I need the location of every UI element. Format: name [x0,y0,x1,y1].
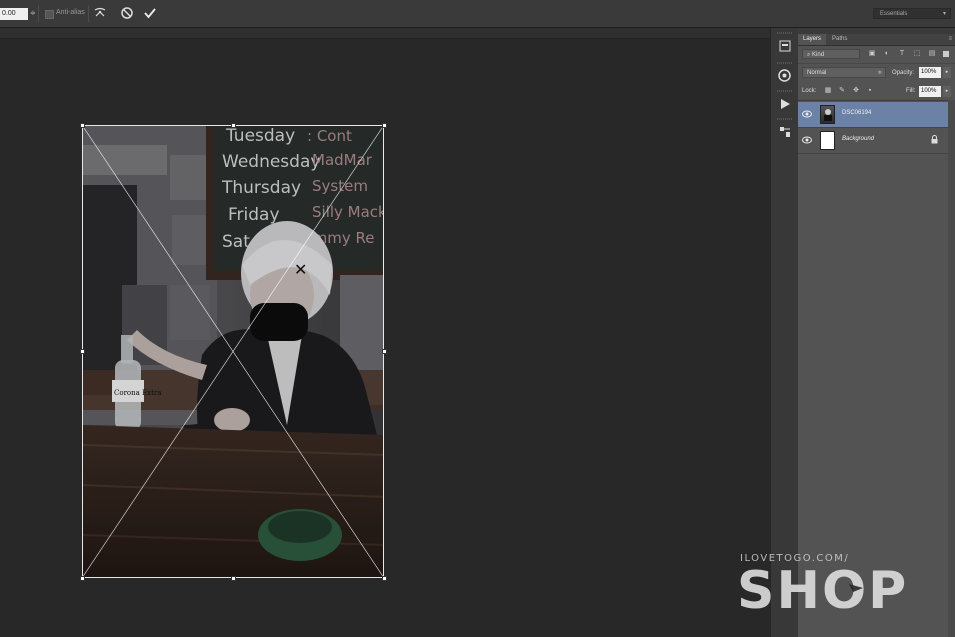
workspace-select[interactable]: Essentials ▾ [873,8,951,19]
tab-layers[interactable]: Layers [798,34,827,45]
history-icon [779,40,790,51]
layer-thumbnail [820,105,835,124]
transform-handle-top-right[interactable] [382,123,387,128]
filter-kind-select[interactable]: ⌕ Kind [802,49,860,59]
filter-kind-label: Kind [812,52,825,58]
panel-grip[interactable] [777,62,792,64]
lock-image-icon[interactable]: ✎ [838,87,846,95]
history-panel-button[interactable] [776,37,793,54]
chevron-down-icon: ▾ [942,11,946,17]
watermark-site: ILOVETOGO.COM/ [740,553,850,564]
filter-smart-object-icon[interactable]: ▤ [928,50,936,58]
filter-type-icon[interactable]: T [898,50,906,58]
blend-mode-select[interactable]: Normal ≑ [802,67,886,78]
blend-row: Normal ≑ Opacity: 100% ▸ [798,64,955,82]
layer-row[interactable]: DSC06194 [798,102,948,128]
opacity-input[interactable]: 100% [919,67,941,78]
color-wheel-icon [778,69,791,82]
antialias-checkbox[interactable] [45,10,54,19]
visibility-eye-icon[interactable] [802,136,812,144]
lock-label: Lock: [802,88,817,94]
warp-icon[interactable] [93,6,107,20]
photo-image: Tuesday Wednesday Thursday Friday Sat : … [82,125,384,578]
panel-tabs: Layers Paths ≡ [798,34,955,46]
transform-handle-bottom[interactable] [231,576,236,581]
visibility-eye-icon[interactable] [802,110,812,118]
lock-icon [931,135,938,144]
lock-transparent-icon[interactable]: ▦ [824,87,832,95]
workspace-label: Essentials [880,11,908,17]
panel-grip[interactable] [777,118,792,120]
cancel-transform-icon[interactable] [120,6,134,20]
filter-adjustment-icon[interactable]: ◐ [883,50,891,58]
value-stepper-icon[interactable]: ≑ [30,9,36,17]
opacity-dropdown-icon[interactable]: ▸ [943,67,951,78]
document-canvas[interactable]: Tuesday Wednesday Thursday Friday Sat : … [82,125,384,578]
transform-handle-top-left[interactable] [80,123,85,128]
tab-paths[interactable]: Paths [827,34,852,45]
lock-position-icon[interactable]: ✥ [852,87,860,95]
watermark-word: SHOP [737,564,908,612]
panel-scrollbar[interactable] [948,100,955,637]
transform-handle-top[interactable] [231,123,236,128]
panel-menu-icon[interactable]: ≡ [948,36,952,42]
document-tab-strip [0,28,770,39]
transform-handle-bottom-right[interactable] [382,576,387,581]
panel-grip[interactable] [777,32,792,34]
panel-grip[interactable] [777,90,792,92]
lock-row: Lock: ▦ ✎ ✥ ▪ Fill: 100% ▸ [798,83,955,101]
layer-thumbnail [820,131,835,150]
lock-all-icon[interactable]: ▪ [866,87,874,95]
layers-panel: Layers Paths ≡ ⌕ Kind ▣ ◐ T ⬚ ▤ Normal ≑… [798,28,955,637]
layer-row[interactable]: Background [798,128,948,154]
collapsed-panel-strip [770,28,799,637]
transform-handle-right[interactable] [382,349,387,354]
blend-mode-label: Normal [807,70,827,76]
commit-transform-icon[interactable] [143,6,157,20]
color-panel-button[interactable] [776,67,793,84]
value-field[interactable]: 0.00 [0,8,28,20]
chevron-updown-icon: ≑ [877,70,882,76]
divider [38,5,39,22]
divider [88,5,89,22]
filter-toggle-icon[interactable] [943,51,949,57]
fill-label: Fill: [906,88,916,94]
layer-name: Background [842,136,875,142]
transform-handle-left[interactable] [80,349,85,354]
filter-pixel-icon[interactable]: ▣ [868,50,876,58]
play-icon [780,98,790,109]
layer-filter-row: ⌕ Kind ▣ ◐ T ⬚ ▤ [798,46,955,64]
antialias-label: Anti-alias [56,9,85,16]
fill-input[interactable]: 100% [919,86,941,97]
options-bar: 0.00 ≑ Anti-alias Essentials ▾ [0,0,955,28]
properties-icon [779,126,790,137]
actions-panel-button[interactable] [776,95,793,112]
filter-shape-icon[interactable]: ⬚ [913,50,921,58]
properties-panel-button[interactable] [776,123,793,140]
opacity-label: Opacity: [892,70,915,76]
transform-handle-bottom-left[interactable] [80,576,85,581]
layer-name: DSC06194 [842,110,872,116]
watermark-logo: SHOP [737,564,908,612]
fill-dropdown-icon[interactable]: ▸ [943,86,951,97]
